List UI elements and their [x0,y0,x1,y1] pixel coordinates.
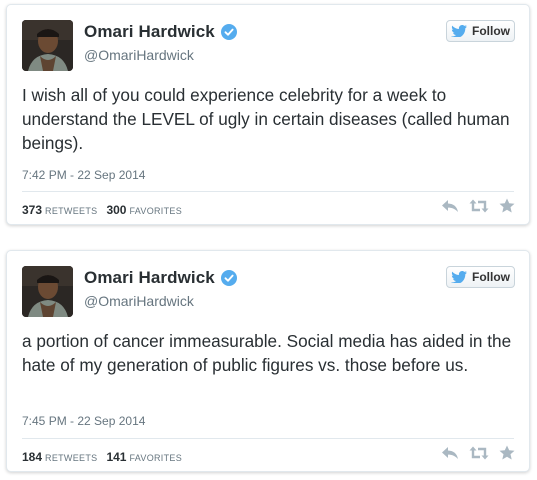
author-name[interactable]: Omari Hardwick [84,22,215,42]
follow-label: Follow [472,270,510,284]
author-name-row: Omari Hardwick [84,268,237,288]
tweet-screenshot: Omari Hardwick @OmariHardwick Follow I w… [0,0,537,480]
favorite-count[interactable]: 300 [106,203,126,217]
tweet-text: I wish all of you could experience celeb… [22,85,510,153]
follow-button[interactable]: Follow [446,266,515,288]
favorite-star-icon[interactable] [499,198,515,213]
follow-button[interactable]: Follow [446,20,515,42]
favorite-count[interactable]: 141 [106,450,126,464]
verified-badge-icon [220,270,237,286]
twitter-bird-icon [451,271,467,284]
tweet-actions [431,198,515,213]
author-handle[interactable]: @OmariHardwick [84,293,194,309]
verified-badge-icon [220,24,237,40]
avatar[interactable] [22,266,73,317]
retweets-label: RETWEETS [45,453,98,463]
retweet-icon[interactable] [469,199,489,213]
tweet-stats: 373 RETWEETS 300 FAVORITES [22,203,191,217]
follow-label: Follow [472,24,510,38]
twitter-bird-icon [451,25,467,38]
retweet-count[interactable]: 184 [22,450,42,464]
reply-icon[interactable] [441,199,459,213]
retweet-count[interactable]: 373 [22,203,42,217]
tweet-timestamp[interactable]: 7:42 PM - 22 Sep 2014 [22,168,145,182]
favorites-label: FAVORITES [129,453,183,463]
avatar[interactable] [22,20,73,71]
reply-icon[interactable] [441,446,459,460]
retweets-label: RETWEETS [45,206,98,216]
tweet-text: a portion of cancer immeasurable. Social… [22,331,512,375]
author-name[interactable]: Omari Hardwick [84,268,215,288]
tweet-card: Omari Hardwick @OmariHardwick Follow a p… [6,250,530,472]
tweet-actions [431,445,515,460]
author-name-row: Omari Hardwick [84,22,237,42]
tweet-timestamp[interactable]: 7:45 PM - 22 Sep 2014 [22,414,145,428]
tweet-card: Omari Hardwick @OmariHardwick Follow I w… [6,4,530,225]
divider [22,438,514,439]
author-handle[interactable]: @OmariHardwick [84,47,194,63]
favorite-star-icon[interactable] [499,445,515,460]
tweet-stats: 184 RETWEETS 141 FAVORITES [22,450,191,464]
favorites-label: FAVORITES [129,206,183,216]
divider [22,191,514,192]
retweet-icon[interactable] [469,446,489,460]
